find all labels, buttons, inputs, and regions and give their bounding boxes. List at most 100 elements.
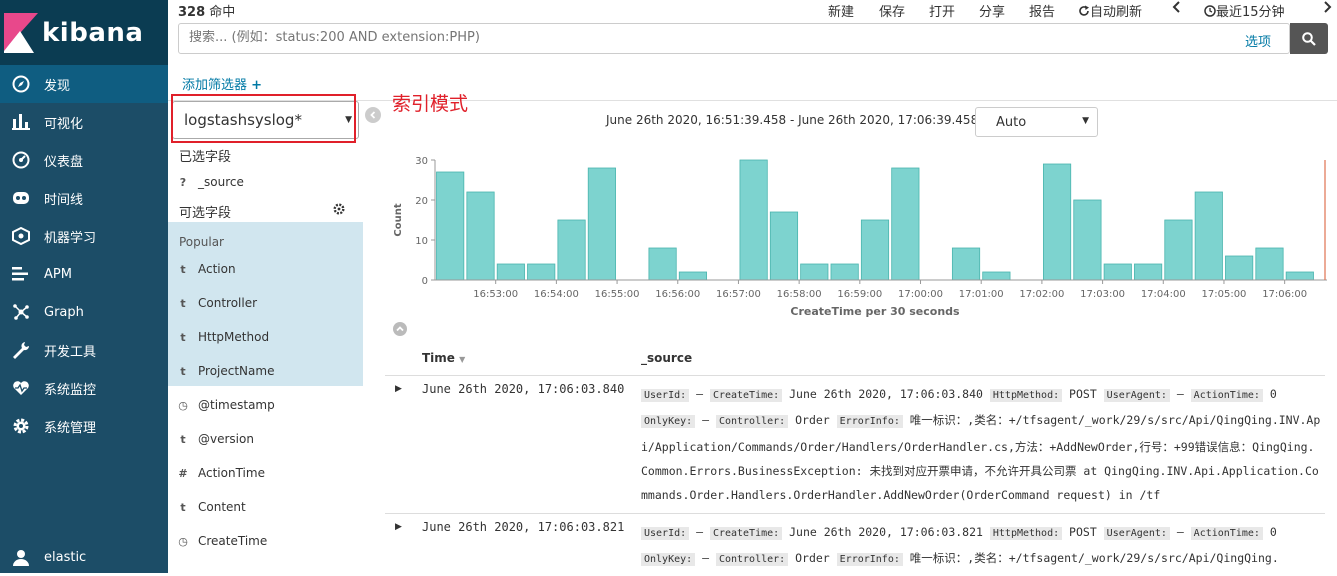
field-type-icon: ? xyxy=(179,175,187,189)
share-button[interactable]: 分享 xyxy=(979,1,1005,20)
histogram-bar xyxy=(1225,255,1254,281)
report-button[interactable]: 报告 xyxy=(1029,1,1055,20)
hits-label: 命中 xyxy=(209,5,236,20)
histogram-bar xyxy=(1285,271,1314,281)
field-item[interactable]: t Controller xyxy=(168,286,363,320)
time-prev-button[interactable] xyxy=(1172,1,1182,17)
divider xyxy=(385,513,1325,514)
histogram-bar xyxy=(436,171,465,281)
source-field-key: OnlyKey: xyxy=(641,553,696,567)
source-field-key: ActionTime: xyxy=(1190,389,1263,402)
nav-item-discover[interactable]: 发现 xyxy=(0,65,168,103)
nav-item-apm[interactable]: APM xyxy=(0,255,168,293)
source-field-value: – xyxy=(695,551,716,566)
field-item[interactable]: t @version xyxy=(168,422,363,456)
nav-item-user[interactable]: elastic xyxy=(0,538,168,576)
field-type-icon: t xyxy=(180,296,186,310)
field-item[interactable]: t Content xyxy=(168,490,363,524)
nav-label: Graph xyxy=(44,304,84,320)
histogram-bar xyxy=(587,167,616,281)
time-picker[interactable]: 最近15分钟 xyxy=(1204,1,1285,20)
x-tick-label: 17:06:00 xyxy=(1262,289,1307,300)
kibana-logo-icon xyxy=(4,12,38,53)
expand-row-icon[interactable]: ▶ xyxy=(395,384,402,394)
search-input[interactable] xyxy=(189,30,1089,45)
nav-item-graph[interactable]: Graph xyxy=(0,293,168,331)
x-tick-label: 16:54:00 xyxy=(534,289,579,300)
logo-text: kibana xyxy=(42,17,144,48)
divider xyxy=(385,375,1325,376)
field-name: ActionTime xyxy=(198,466,265,480)
available-fields-title: 可选字段 xyxy=(179,206,232,221)
auto-refresh-button[interactable]: 自动刷新 xyxy=(1078,1,1142,20)
nav-item-visualize[interactable]: 可视化 xyxy=(0,103,168,141)
auto-refresh-label: 自动刷新 xyxy=(1090,5,1143,20)
field-item[interactable]: ◷ CreateTime xyxy=(168,524,363,558)
column-header-source: _source xyxy=(641,351,693,365)
search-bar: 选项 xyxy=(178,23,1290,54)
nav-item-dashboard[interactable]: 仪表盘 xyxy=(0,141,168,179)
field-item[interactable]: t ProjectName xyxy=(168,354,363,388)
field-item[interactable]: t Action xyxy=(168,252,363,286)
histogram-bar xyxy=(830,263,859,281)
field-name: ProjectName xyxy=(198,364,275,378)
source-field-key: ActionTime: xyxy=(1190,527,1263,540)
column-header-time[interactable]: Time ▼ xyxy=(422,351,465,365)
interval-select[interactable]: Auto ▼ xyxy=(975,107,1098,137)
histogram-bar xyxy=(739,159,768,281)
nav-item-timeline[interactable]: 时间线 xyxy=(0,179,168,217)
nav-item-management[interactable]: 系统管理 xyxy=(0,407,168,445)
row-timestamp: June 26th 2020, 17:06:03.821 xyxy=(422,520,625,534)
source-field-key: UserAgent: xyxy=(1103,389,1170,402)
collapse-chart-button[interactable] xyxy=(393,322,407,336)
x-tick-label: 16:59:00 xyxy=(837,289,882,300)
field-item[interactable]: t HttpMethod xyxy=(168,320,363,354)
nav-item-monitoring[interactable]: 系统监控 xyxy=(0,369,168,407)
field-settings-gear-icon[interactable] xyxy=(333,203,345,219)
search-options-link[interactable]: 选项 xyxy=(1245,31,1271,50)
field-name: _source xyxy=(198,175,244,189)
x-tick-label: 17:04:00 xyxy=(1141,289,1186,300)
source-field-value: 0 xyxy=(1269,387,1277,401)
source-field-value: – xyxy=(689,387,710,401)
collapse-sidebar-button[interactable] xyxy=(365,107,381,123)
save-button[interactable]: 保存 xyxy=(879,1,905,20)
nav-item-machine-learning[interactable]: 机器学习 xyxy=(0,217,168,255)
expand-row-icon[interactable]: ▶ xyxy=(395,522,402,532)
source-field-key: CreateTime: xyxy=(709,389,783,402)
x-tick-label: 17:03:00 xyxy=(1080,289,1125,300)
open-button[interactable]: 打开 xyxy=(929,1,955,20)
time-next-button[interactable] xyxy=(1322,1,1332,17)
nav-item-dev-tools[interactable]: 开发工具 xyxy=(0,331,168,369)
histogram-bar xyxy=(1164,219,1193,281)
y-tick-label: 0 xyxy=(422,276,428,287)
kibana-logo[interactable]: kibana xyxy=(0,0,168,65)
field-item[interactable]: # ActionTime xyxy=(168,456,363,490)
histogram-bar xyxy=(891,167,920,281)
histogram-chart: 0 10 20 30 Count 16:53:00 16:54:00 16:55:00 16:5… xyxy=(393,156,1327,318)
histogram-bar xyxy=(1103,263,1132,281)
new-button[interactable]: 新建 xyxy=(828,1,854,20)
source-field-key: HttpMethod: xyxy=(989,389,1063,402)
plus-icon: + xyxy=(251,78,263,93)
field-item[interactable]: ◷ @timestamp xyxy=(168,388,363,422)
source-field-key: UserId: xyxy=(641,389,690,402)
source-field-key: ErrorInfo: xyxy=(836,415,903,429)
row-source: UserId: – CreateTime: June 26th 2020, 17… xyxy=(641,520,1321,573)
user-name: elastic xyxy=(44,549,87,565)
source-field-value: POST xyxy=(1062,387,1104,401)
histogram-bar xyxy=(648,247,677,281)
interval-value: Auto xyxy=(996,114,1027,130)
field-name: Controller xyxy=(198,296,258,310)
histogram-bar xyxy=(1255,247,1284,281)
search-button[interactable] xyxy=(1290,23,1328,54)
field-name: @version xyxy=(198,432,254,446)
source-field-key: ErrorInfo: xyxy=(836,553,903,567)
field-name: CreateTime xyxy=(198,534,268,548)
field-item[interactable]: ? _source xyxy=(168,165,363,199)
user-icon xyxy=(6,547,36,567)
row-timestamp: June 26th 2020, 17:06:03.840 xyxy=(422,382,625,396)
source-field-value: 唯一标识：,类名：+/tfsagent/_work/29/s/src/Api/Q… xyxy=(902,551,1279,566)
add-filter-link[interactable]: 添加筛选器 + xyxy=(182,74,262,93)
nav-label: 开发工具 xyxy=(44,344,97,360)
